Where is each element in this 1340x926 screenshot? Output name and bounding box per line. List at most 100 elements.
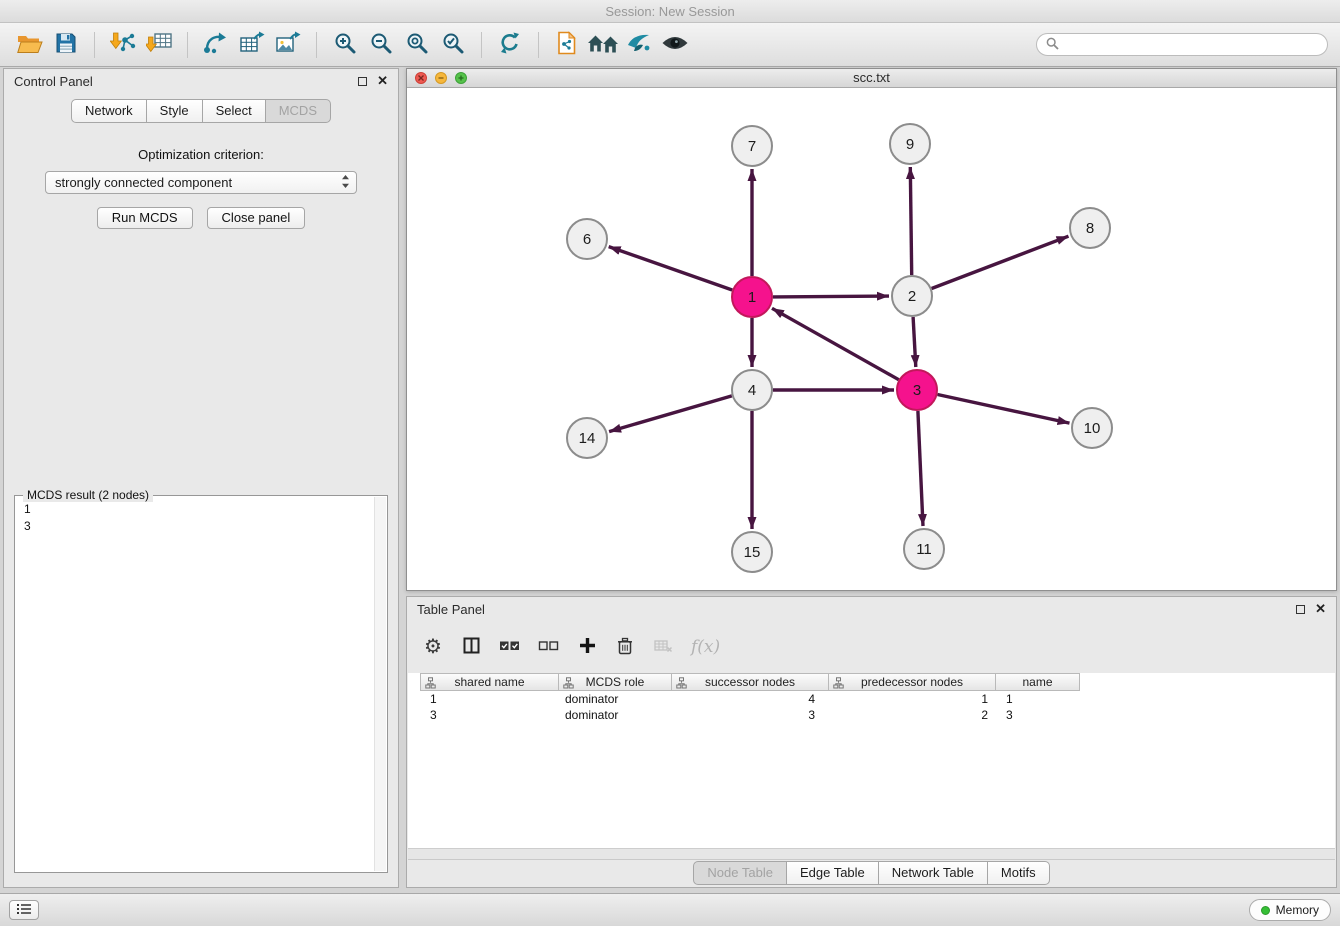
tab-network[interactable]: Network <box>71 99 147 123</box>
cell-predecessor-nodes[interactable]: 1 <box>829 691 996 707</box>
graph-node-6[interactable]: 6 <box>567 219 607 259</box>
graph-edge-1-2[interactable] <box>773 296 889 297</box>
mcds-result-item[interactable]: 3 <box>16 517 373 534</box>
show-columns-button[interactable] <box>461 637 481 657</box>
graph-node-4[interactable]: 4 <box>732 370 772 410</box>
graph-edge-1-6[interactable] <box>609 247 733 290</box>
float-table-panel-icon[interactable] <box>1296 605 1305 614</box>
graph-node-14[interactable]: 14 <box>567 418 607 458</box>
graph-node-15[interactable]: 15 <box>732 532 772 572</box>
cell-predecessor-nodes[interactable]: 2 <box>829 707 996 723</box>
graph-edge-2-3[interactable] <box>913 317 916 367</box>
apply-function-button[interactable]: f(x) <box>691 637 720 657</box>
float-panel-icon[interactable] <box>358 77 367 86</box>
apply-style-button[interactable] <box>621 28 657 62</box>
run-mcds-button[interactable]: Run MCDS <box>97 207 193 229</box>
graph-node-9[interactable]: 9 <box>890 124 930 164</box>
task-history-button[interactable] <box>9 900 39 920</box>
refresh-icon <box>498 31 522 58</box>
mcds-result-item[interactable]: 1 <box>16 497 373 517</box>
table-horizontal-scrollbar[interactable] <box>408 848 1335 859</box>
zoom-fit-button[interactable] <box>399 28 435 62</box>
open-file-button[interactable] <box>12 28 48 62</box>
cell-successor-nodes[interactable]: 3 <box>672 707 829 723</box>
column-header-name[interactable]: name <box>996 673 1080 691</box>
cell-shared-name[interactable]: 1 <box>420 691 559 707</box>
network-canvas[interactable]: 7 9 6 8 1 2 4 3 14 10 15 11 <box>407 88 1336 590</box>
first-neighbors-button[interactable] <box>585 28 621 62</box>
tab-select[interactable]: Select <box>203 99 266 123</box>
export-network-button[interactable] <box>549 28 585 62</box>
window-minimize-icon[interactable] <box>435 72 447 84</box>
column-header-shared-name[interactable]: shared name <box>420 673 559 691</box>
column-label: MCDS role <box>586 675 645 689</box>
delete-table-button[interactable] <box>653 639 673 656</box>
graph-edge-2-9[interactable] <box>910 167 911 275</box>
table-row[interactable]: 1 dominator 4 1 1 <box>420 691 1335 707</box>
tab-edge-table[interactable]: Edge Table <box>787 861 879 885</box>
column-sort-icon <box>563 677 574 692</box>
select-all-button[interactable] <box>499 640 520 655</box>
control-panel: Control Panel ✕ Network Style Select MCD… <box>3 68 399 888</box>
column-header-mcds-role[interactable]: MCDS role <box>559 673 672 691</box>
zoom-in-button[interactable] <box>327 28 363 62</box>
graph-node-label: 4 <box>748 382 756 399</box>
zoom-selected-button[interactable] <box>435 28 471 62</box>
search-input[interactable] <box>1064 37 1318 52</box>
memory-button[interactable]: Memory <box>1249 899 1331 921</box>
column-header-successor-nodes[interactable]: successor nodes <box>672 673 829 691</box>
cell-successor-nodes[interactable]: 4 <box>672 691 829 707</box>
graph-node-label: 14 <box>579 430 596 447</box>
optimization-criterion-label: Optimization criterion: <box>4 147 398 162</box>
table-row[interactable]: 3 dominator 3 2 3 <box>420 707 1335 723</box>
graph-edge-2-8[interactable] <box>932 236 1069 288</box>
close-table-panel-icon[interactable]: ✕ <box>1315 604 1326 614</box>
deselect-all-button[interactable] <box>538 640 559 655</box>
result-scrollbar[interactable] <box>374 497 386 871</box>
export-table-button[interactable] <box>234 28 270 62</box>
graph-node-2[interactable]: 2 <box>892 276 932 316</box>
graph-edge-4-14[interactable] <box>609 396 732 432</box>
graph-node-7[interactable]: 7 <box>732 126 772 166</box>
graph-node-11[interactable]: 11 <box>904 529 944 569</box>
show-hide-button[interactable] <box>657 28 693 62</box>
close-panel-button[interactable]: Close panel <box>207 207 306 229</box>
cell-mcds-role[interactable]: dominator <box>559 691 672 707</box>
mcds-result-list[interactable]: 1 3 <box>16 497 373 871</box>
window-zoom-icon[interactable] <box>455 72 467 84</box>
graph-edge-3-11[interactable] <box>918 411 923 526</box>
toolbar-separator <box>94 32 95 58</box>
table-panel-title: Table Panel <box>417 602 485 617</box>
column-header-predecessor-nodes[interactable]: predecessor nodes <box>829 673 996 691</box>
delete-row-button[interactable] <box>615 637 635 658</box>
export-image-button[interactable] <box>270 28 306 62</box>
new-network-button[interactable] <box>198 28 234 62</box>
cell-name[interactable]: 3 <box>996 707 1080 723</box>
graph-edge-3-1[interactable] <box>772 308 899 379</box>
tab-network-table[interactable]: Network Table <box>879 861 988 885</box>
table-settings-button[interactable]: ⚙ <box>423 637 443 657</box>
graph-edge-3-10[interactable] <box>938 395 1070 424</box>
tab-style[interactable]: Style <box>147 99 203 123</box>
tab-node-table[interactable]: Node Table <box>693 861 787 885</box>
window-close-icon[interactable] <box>415 72 427 84</box>
cell-name[interactable]: 1 <box>996 691 1080 707</box>
tab-motifs[interactable]: Motifs <box>988 861 1050 885</box>
cell-shared-name[interactable]: 3 <box>420 707 559 723</box>
add-row-button[interactable] <box>577 637 597 657</box>
refresh-button[interactable] <box>492 28 528 62</box>
save-session-button[interactable] <box>48 28 84 62</box>
control-panel-header: Control Panel ✕ <box>4 69 398 93</box>
close-panel-icon[interactable]: ✕ <box>377 76 388 86</box>
criterion-dropdown[interactable]: strongly connected component <box>45 171 357 194</box>
tab-mcds[interactable]: MCDS <box>266 99 331 123</box>
graph-node-1[interactable]: 1 <box>732 277 772 317</box>
import-network-button[interactable] <box>105 28 141 62</box>
zoom-out-button[interactable] <box>363 28 399 62</box>
graph-node-8[interactable]: 8 <box>1070 208 1110 248</box>
import-table-button[interactable] <box>141 28 177 62</box>
cell-mcds-role[interactable]: dominator <box>559 707 672 723</box>
graph-node-10[interactable]: 10 <box>1072 408 1112 448</box>
graph-node-3[interactable]: 3 <box>897 370 937 410</box>
network-window-titlebar[interactable]: scc.txt <box>407 69 1336 88</box>
